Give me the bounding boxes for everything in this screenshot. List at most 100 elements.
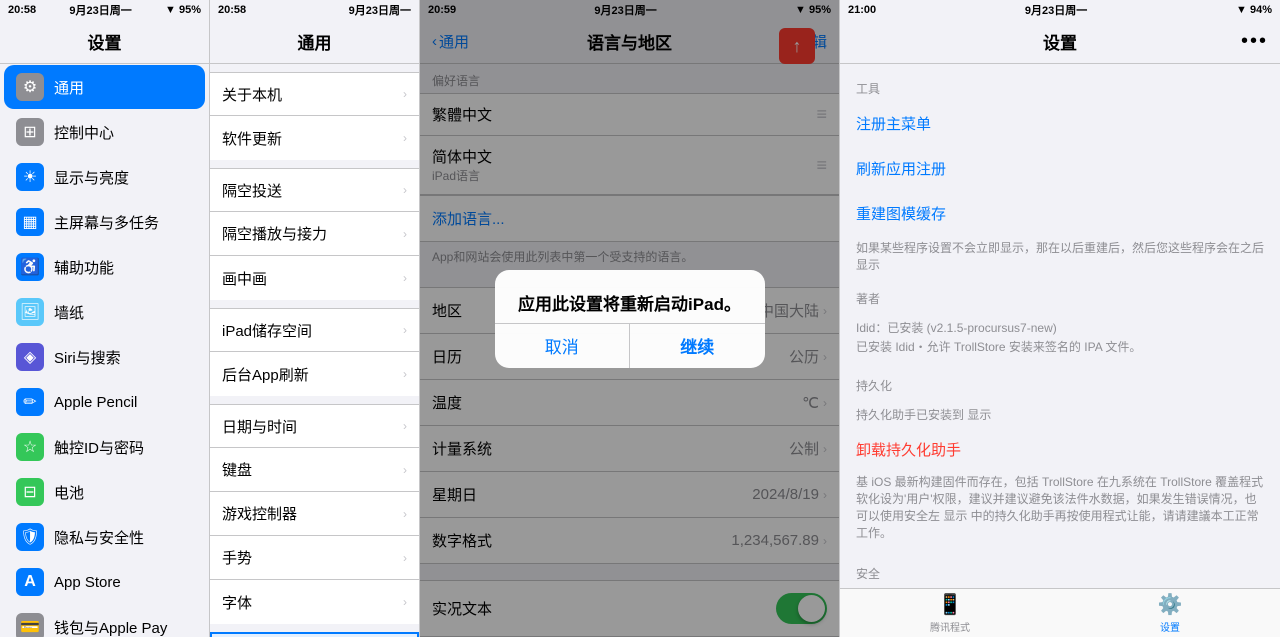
item-about[interactable]: 关于本机 › [210,72,419,116]
more-options-icon[interactable]: ••• [1241,30,1268,53]
tools-section-label: 工具 [840,72,1280,101]
gestures-label: 手势 [222,547,403,568]
register-menu-button[interactable]: 注册主菜单 [840,101,1280,146]
rebuild-desc: 如果某些程序设置不会立即显示，那在以后重建后，然后您这些程序会在之后显示 [840,236,1280,282]
persist-action-label: 卸载持久化助手 [856,439,1264,460]
panel2-list: 关于本机 › 软件更新 › 隔空投送 › 隔空播放与接力 › 画中画 › [210,64,419,637]
privacy-label: 隐私与安全性 [54,527,197,548]
sidebar-item-faceid[interactable]: ☆ 触控ID与密码 [4,425,205,469]
sidebar-item-wallpaper[interactable]: 🖼 墙纸 [4,290,205,334]
panel1-nav-header: 设置 [0,20,209,64]
control-icon: ⊞ [16,118,44,146]
rebuild-cache-button[interactable]: 重建图模缓存 [840,191,1280,236]
handoff-label: 隔空播放与接力 [222,223,403,244]
uninstall-persist-button[interactable]: 卸载持久化助手 [840,429,1280,470]
battery-icon: ⊟ [16,478,44,506]
bottom-tab-bar: 📱 腾讯程式 ⚙️ 设置 [840,588,1280,637]
item-fonts[interactable]: 字体 › [210,580,419,624]
author-info: Idid：已安装 (v2.1.5-procursus7-new) 已安装 Idi… [840,311,1280,361]
appstore-label: App Store [54,574,197,591]
dialog-confirm-button[interactable]: 继续 [630,324,765,368]
persist-section-label: 持久化 [840,369,1280,398]
signal-panel4: ▼ 94% [1236,4,1272,16]
fonts-label: 字体 [222,592,403,613]
gamecontroller-chevron: › [403,507,407,521]
appstore-icon: A [16,568,44,596]
section-datetime: 日期与时间 › 键盘 › 游戏控制器 › 手势 › 字体 › [210,404,419,624]
sidebar-item-battery[interactable]: ⊟ 电池 [4,470,205,514]
sidebar-item-display[interactable]: ☀ 显示与亮度 [4,155,205,199]
homescreen-label: 主屏幕与多任务 [54,212,197,233]
fonts-chevron: › [403,595,407,609]
section-about: 关于本机 › 软件更新 › [210,72,419,160]
sidebar-item-siri[interactable]: ◈ Siri与搜索 [4,335,205,379]
pip-label: 画中画 [222,268,403,289]
settings-tab-label: 设置 [1160,619,1180,634]
general-icon: ⚙ [16,73,44,101]
sidebar-item-accessibility[interactable]: ♿ 辅助功能 [4,245,205,289]
item-language[interactable]: 语言与地区 › [210,632,419,637]
panel4-nav-header: 设置 ••• [840,20,1280,64]
storage-label: iPad储存空间 [222,320,403,341]
panel4-trollstore: 21:00 9月23日周一 ▼ 94% 设置 ••• 工具 注册主菜单 刷新应用… [840,0,1280,637]
tab-apps[interactable]: 📱 腾讯程式 [840,592,1060,634]
item-storage[interactable]: iPad储存空间 › [210,308,419,352]
item-airdrop[interactable]: 隔空投送 › [210,168,419,212]
rebuild-label: 重建图模缓存 [856,203,1264,224]
register-label: 注册主菜单 [856,113,1264,134]
airdrop-chevron: › [403,183,407,197]
sidebar-item-privacy[interactable]: 🛡 隐私与安全性 [4,515,205,559]
panel4-content: 工具 注册主菜单 刷新应用注册 重建图模缓存 如果某些程序设置不会立即显示，那在… [840,64,1280,588]
sidebar-item-homescreen[interactable]: ▦ 主屏幕与多任务 [4,200,205,244]
storage-chevron: › [403,323,407,337]
sidebar-item-appstore[interactable]: A App Store [4,560,205,604]
status-bar-panel4: 21:00 9月23日周一 ▼ 94% [840,0,1280,20]
sidebar-item-control[interactable]: ⊞ 控制中心 [4,110,205,154]
about-chevron: › [403,87,407,101]
item-software[interactable]: 软件更新 › [210,116,419,160]
item-handoff[interactable]: 隔空播放与接力 › [210,212,419,256]
time-panel1: 20:58 [8,4,36,16]
item-bgrefresh[interactable]: 后台App刷新 › [210,352,419,396]
panel2-general: 20:58 9月23日周一 通用 关于本机 › 软件更新 › 隔空投送 › 隔空… [210,0,420,637]
sidebar-item-wallet[interactable]: 💳 钱包与Apple Pay [4,605,205,637]
accessibility-icon: ♿ [16,253,44,281]
keyboard-chevron: › [403,463,407,477]
datetime-label: 日期与时间 [222,416,403,437]
persist-desc: 基 iOS 最新构建固件而存在，包括 TrollStore 在九系统在 Trol… [840,470,1280,549]
panel1-settings: 20:58 9月23日周一 ▼ 95% 设置 ⚙ 通用 ⊞ 控制中心 ☀ 显示与… [0,0,210,637]
ldid-label: Idid：已安装 (v2.1.5-procursus7-new) [856,319,1264,338]
refresh-apps-button[interactable]: 刷新应用注册 [840,146,1280,191]
dialog-cancel-button[interactable]: 取消 [495,324,631,368]
software-chevron: › [403,131,407,145]
ldid-sub: 已安装 Idid・允许 TrollStore 安装来签名的 IPA 文件。 [856,338,1264,357]
author-section-label: 著者 [840,282,1280,311]
item-pip[interactable]: 画中画 › [210,256,419,300]
sidebar-item-general[interactable]: ⚙ 通用 [4,65,205,109]
dialog-title: 应用此设置将重新启动iPad。 [495,270,765,323]
sidebar-item-applepencil[interactable]: ✏ Apple Pencil [4,380,205,424]
display-icon: ☀ [16,163,44,191]
apps-tab-icon: 📱 [938,592,963,617]
wallpaper-icon: 🖼 [16,298,44,326]
persist-label: 持久化助手已安装到 显示 [840,398,1280,429]
about-label: 关于本机 [222,84,403,105]
control-label: 控制中心 [54,122,197,143]
handoff-chevron: › [403,227,407,241]
item-gamecontroller[interactable]: 游戏控制器 › [210,492,419,536]
panel2-title: 通用 [298,29,332,54]
keyboard-label: 键盘 [222,459,403,480]
panel1-title: 设置 [88,29,122,54]
item-datetime[interactable]: 日期与时间 › [210,404,419,448]
siri-icon: ◈ [16,343,44,371]
item-gestures[interactable]: 手势 › [210,536,419,580]
item-keyboard[interactable]: 键盘 › [210,448,419,492]
privacy-icon: 🛡 [16,523,44,551]
dialog-actions: 取消 继续 [495,323,765,368]
settings-tab-icon: ⚙️ [1158,592,1183,617]
sidebar-list: ⚙ 通用 ⊞ 控制中心 ☀ 显示与亮度 ▦ 主屏幕与多任务 ♿ 辅助功能 🖼 墙… [0,64,209,637]
status-bar-panel1: 20:58 9月23日周一 ▼ 95% [0,0,209,20]
tab-settings[interactable]: ⚙️ 设置 [1060,592,1280,634]
applepencil-label: Apple Pencil [54,394,197,411]
section-storage: iPad储存空间 › 后台App刷新 › [210,308,419,396]
